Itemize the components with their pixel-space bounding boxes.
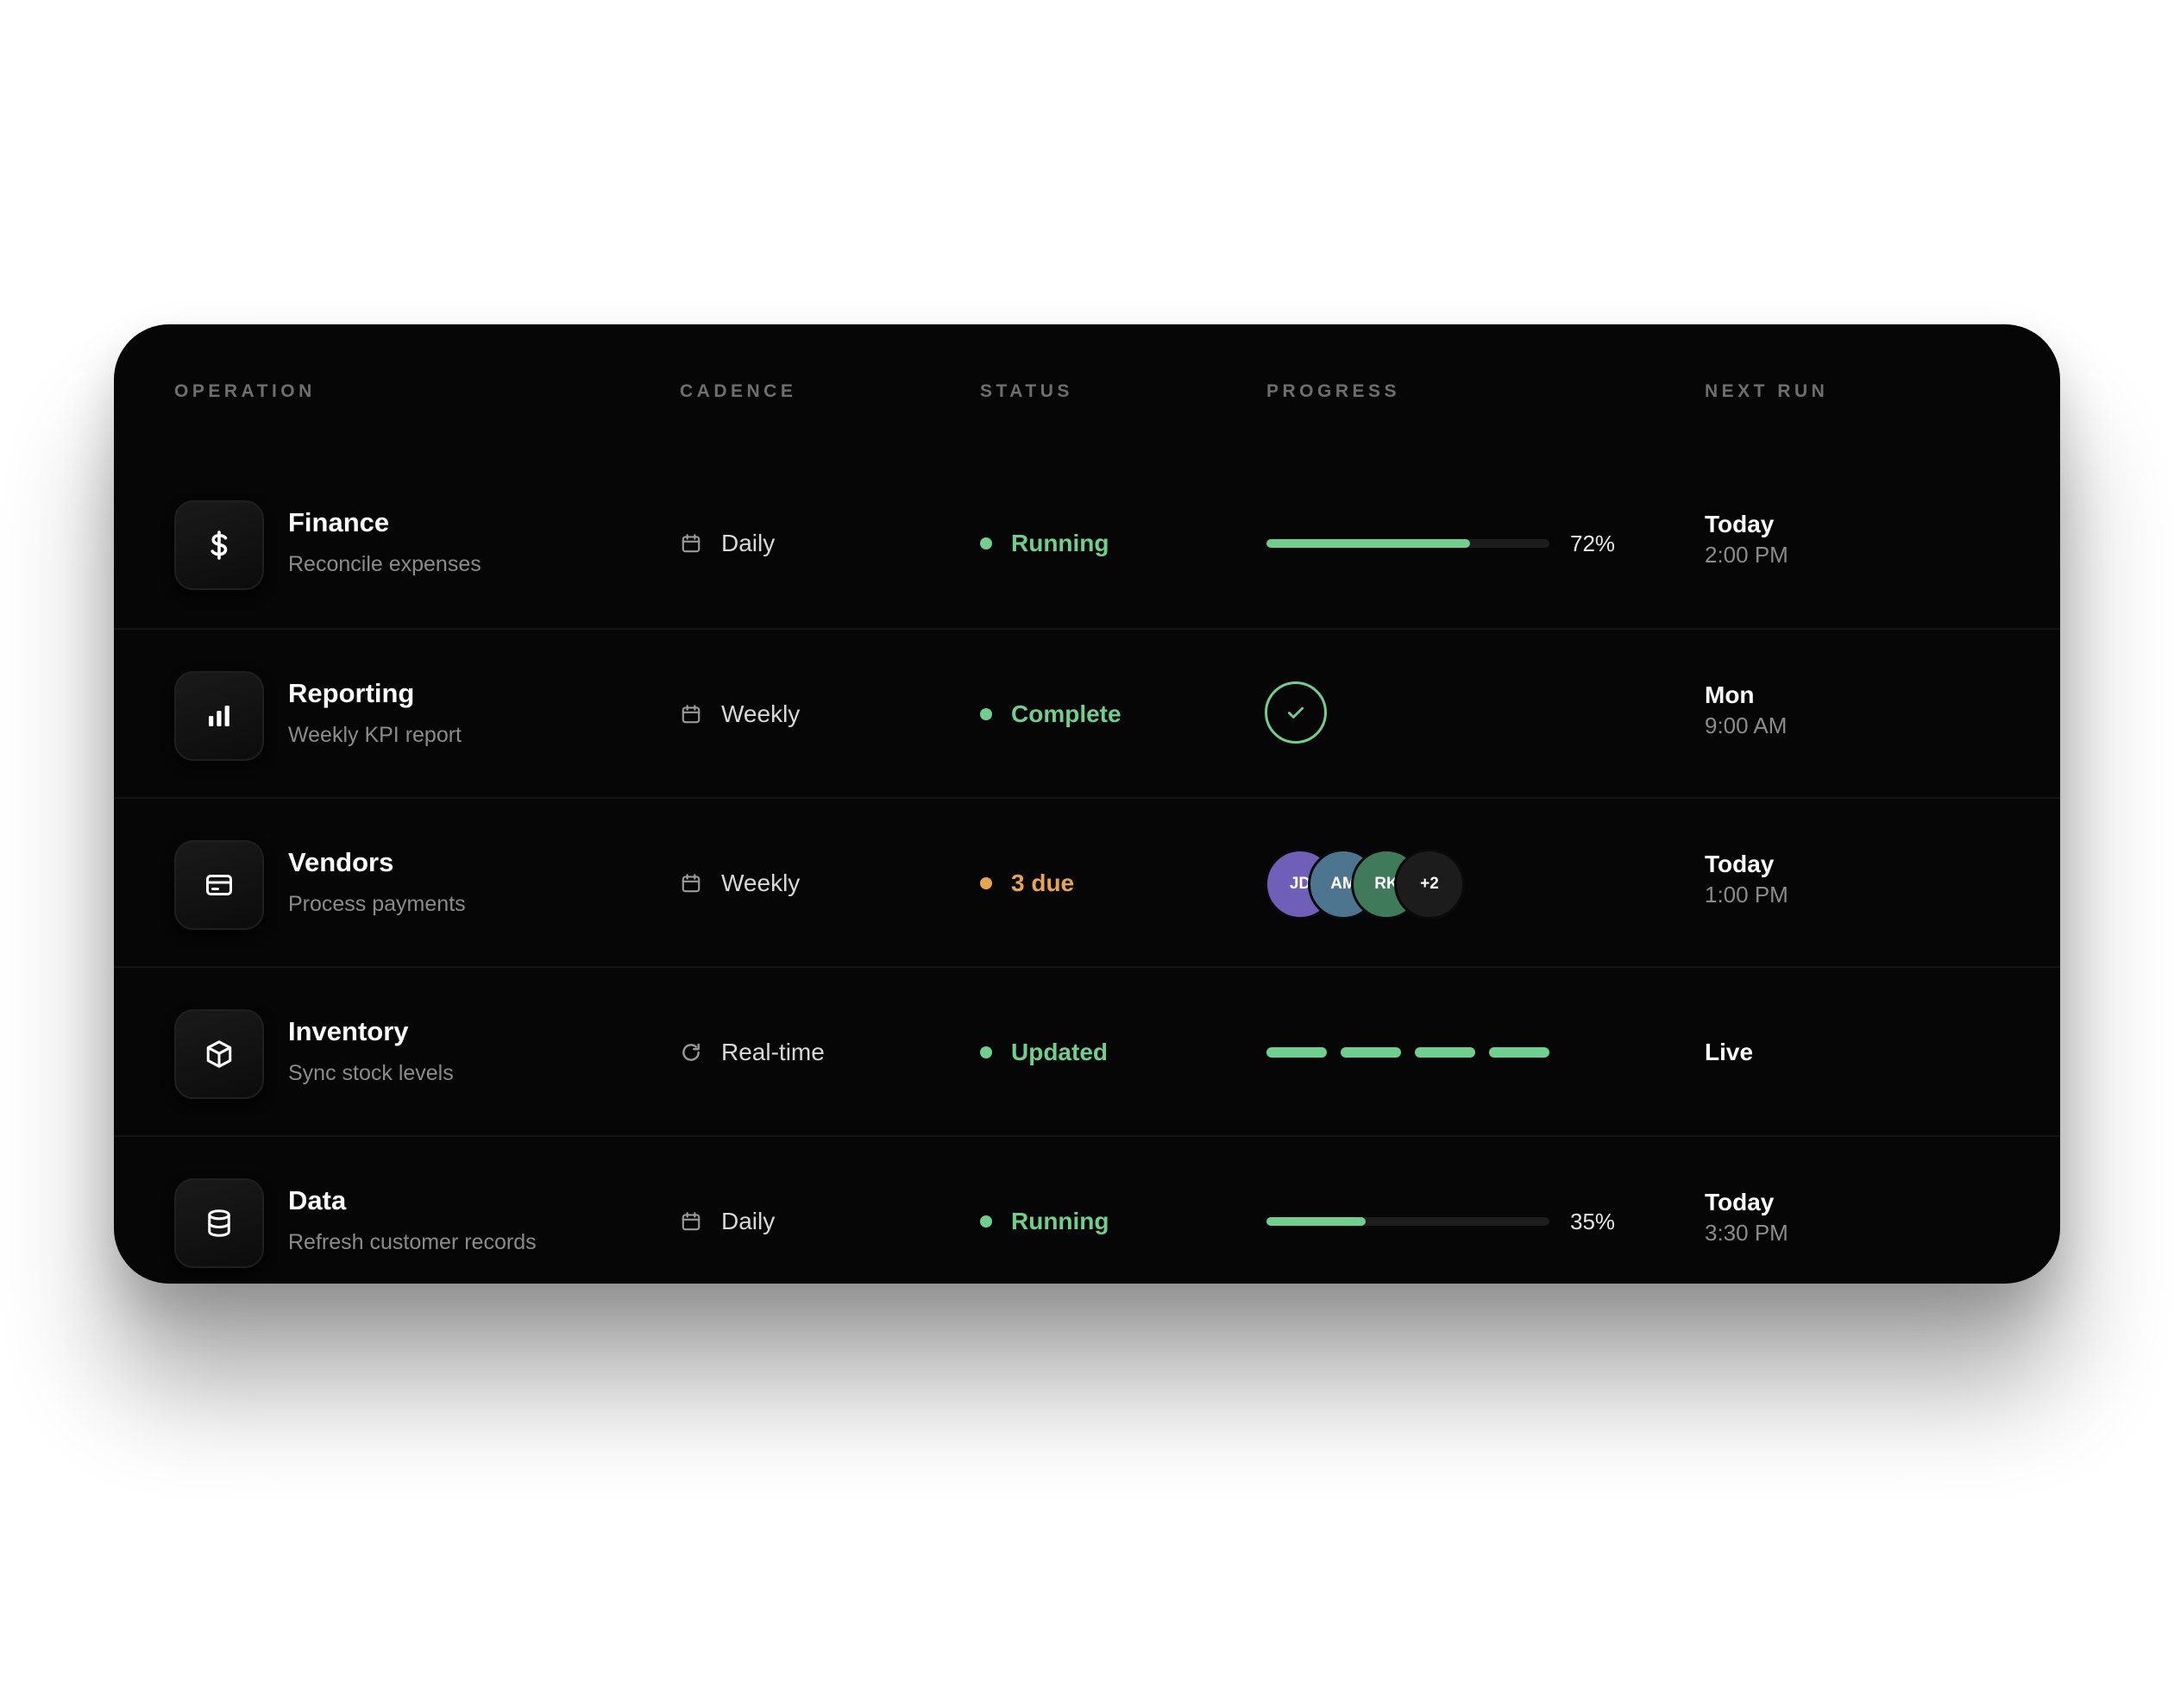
progress-segment <box>1489 1047 1549 1058</box>
operation-subtitle: Sync stock levels <box>288 1061 454 1085</box>
operation-subtitle: Process payments <box>288 892 466 916</box>
table-row[interactable]: Data Refresh customer records Daily Running… <box>114 1135 2060 1284</box>
operation-icon-tile <box>174 500 264 590</box>
progress-bar <box>1266 539 1549 548</box>
cadence-label: Daily <box>721 530 776 556</box>
table-header: OPERATION CADENCE STATUS PROGRESS NEXT R… <box>114 324 2060 459</box>
table-row[interactable]: Reporting Weekly KPI report Weekly Complete… <box>114 628 2060 799</box>
status-label: Updated <box>1011 1039 1108 1065</box>
progress-percent: 72% <box>1570 531 1616 556</box>
next-run-time: 1:00 PM <box>1705 882 1788 907</box>
status-dot <box>980 877 992 889</box>
operation-icon-tile <box>174 671 264 761</box>
operation-title: Inventory <box>288 1016 409 1046</box>
assignee-avatars[interactable]: JD AM RK +2 <box>1265 849 1472 920</box>
operation-icon-tile <box>174 840 264 930</box>
calendar-icon <box>680 703 702 725</box>
status-label: Complete <box>1011 700 1122 727</box>
calendar-icon <box>680 1210 702 1233</box>
operation-subtitle: Reconcile expenses <box>288 552 481 576</box>
dollar-icon <box>204 530 235 561</box>
operations-table-card: OPERATION CADENCE STATUS PROGRESS NEXT R… <box>114 324 2060 1284</box>
database-icon <box>204 1208 235 1239</box>
credit-card-icon <box>204 870 235 901</box>
operation-title: Reporting <box>288 678 415 708</box>
progress-bar-fill <box>1266 539 1471 548</box>
avatar[interactable]: +2 <box>1394 849 1465 920</box>
next-run-time: 2:00 PM <box>1705 542 1788 568</box>
complete-check-badge <box>1265 681 1327 744</box>
operation-title: Data <box>288 1185 347 1215</box>
table-row[interactable]: Inventory Sync stock levels Real-time Updat… <box>114 966 2060 1137</box>
column-header-progress: PROGRESS <box>1266 381 1401 401</box>
bar-chart-icon <box>204 700 235 732</box>
check-icon <box>1285 701 1307 724</box>
column-header-operation: OPERATION <box>174 381 316 401</box>
refresh-icon <box>680 1041 702 1064</box>
operation-subtitle: Weekly KPI report <box>288 723 462 747</box>
column-header-status: STATUS <box>980 381 1073 401</box>
cadence-label: Real-time <box>721 1039 825 1065</box>
next-run-time: 3:30 PM <box>1705 1220 1788 1246</box>
cadence-label: Weekly <box>721 870 801 896</box>
operation-icon-tile <box>174 1178 264 1268</box>
status-dot <box>980 537 992 549</box>
next-run-day: Mon <box>1705 681 1755 708</box>
table-row[interactable]: Vendors Process payments Weekly 3 due JD AM RK… <box>114 797 2060 968</box>
next-run-day: Today <box>1705 851 1775 877</box>
status-dot <box>980 1215 992 1228</box>
operation-subtitle: Refresh customer records <box>288 1230 537 1254</box>
cadence-label: Weekly <box>721 700 801 727</box>
status-label: Running <box>1011 1208 1109 1234</box>
progress-segment <box>1341 1047 1401 1058</box>
operation-title: Vendors <box>288 847 394 877</box>
progress-segment <box>1415 1047 1475 1058</box>
status-dot <box>980 1046 992 1058</box>
operation-icon-tile <box>174 1009 264 1099</box>
cube-icon <box>204 1039 235 1070</box>
column-header-next-run: NEXT RUN <box>1705 381 1829 401</box>
progress-bar-fill <box>1266 1217 1366 1226</box>
status-dot <box>980 708 992 720</box>
progress-percent: 35% <box>1570 1209 1616 1234</box>
status-label: 3 due <box>1011 870 1075 896</box>
progress-segment <box>1266 1047 1327 1058</box>
status-label: Running <box>1011 530 1109 556</box>
column-header-cadence: CADENCE <box>680 381 797 401</box>
table-row[interactable]: Finance Reconcile expenses Daily Running 72%… <box>114 459 2060 628</box>
cadence-label: Daily <box>721 1208 776 1234</box>
calendar-icon <box>680 532 702 555</box>
next-run-day: Live <box>1705 1039 1754 1065</box>
next-run-day: Today <box>1705 511 1775 537</box>
progress-bar <box>1266 1217 1549 1226</box>
next-run-time: 9:00 AM <box>1705 713 1788 738</box>
operation-title: Finance <box>288 507 390 537</box>
calendar-icon <box>680 872 702 895</box>
next-run-day: Today <box>1705 1189 1775 1215</box>
